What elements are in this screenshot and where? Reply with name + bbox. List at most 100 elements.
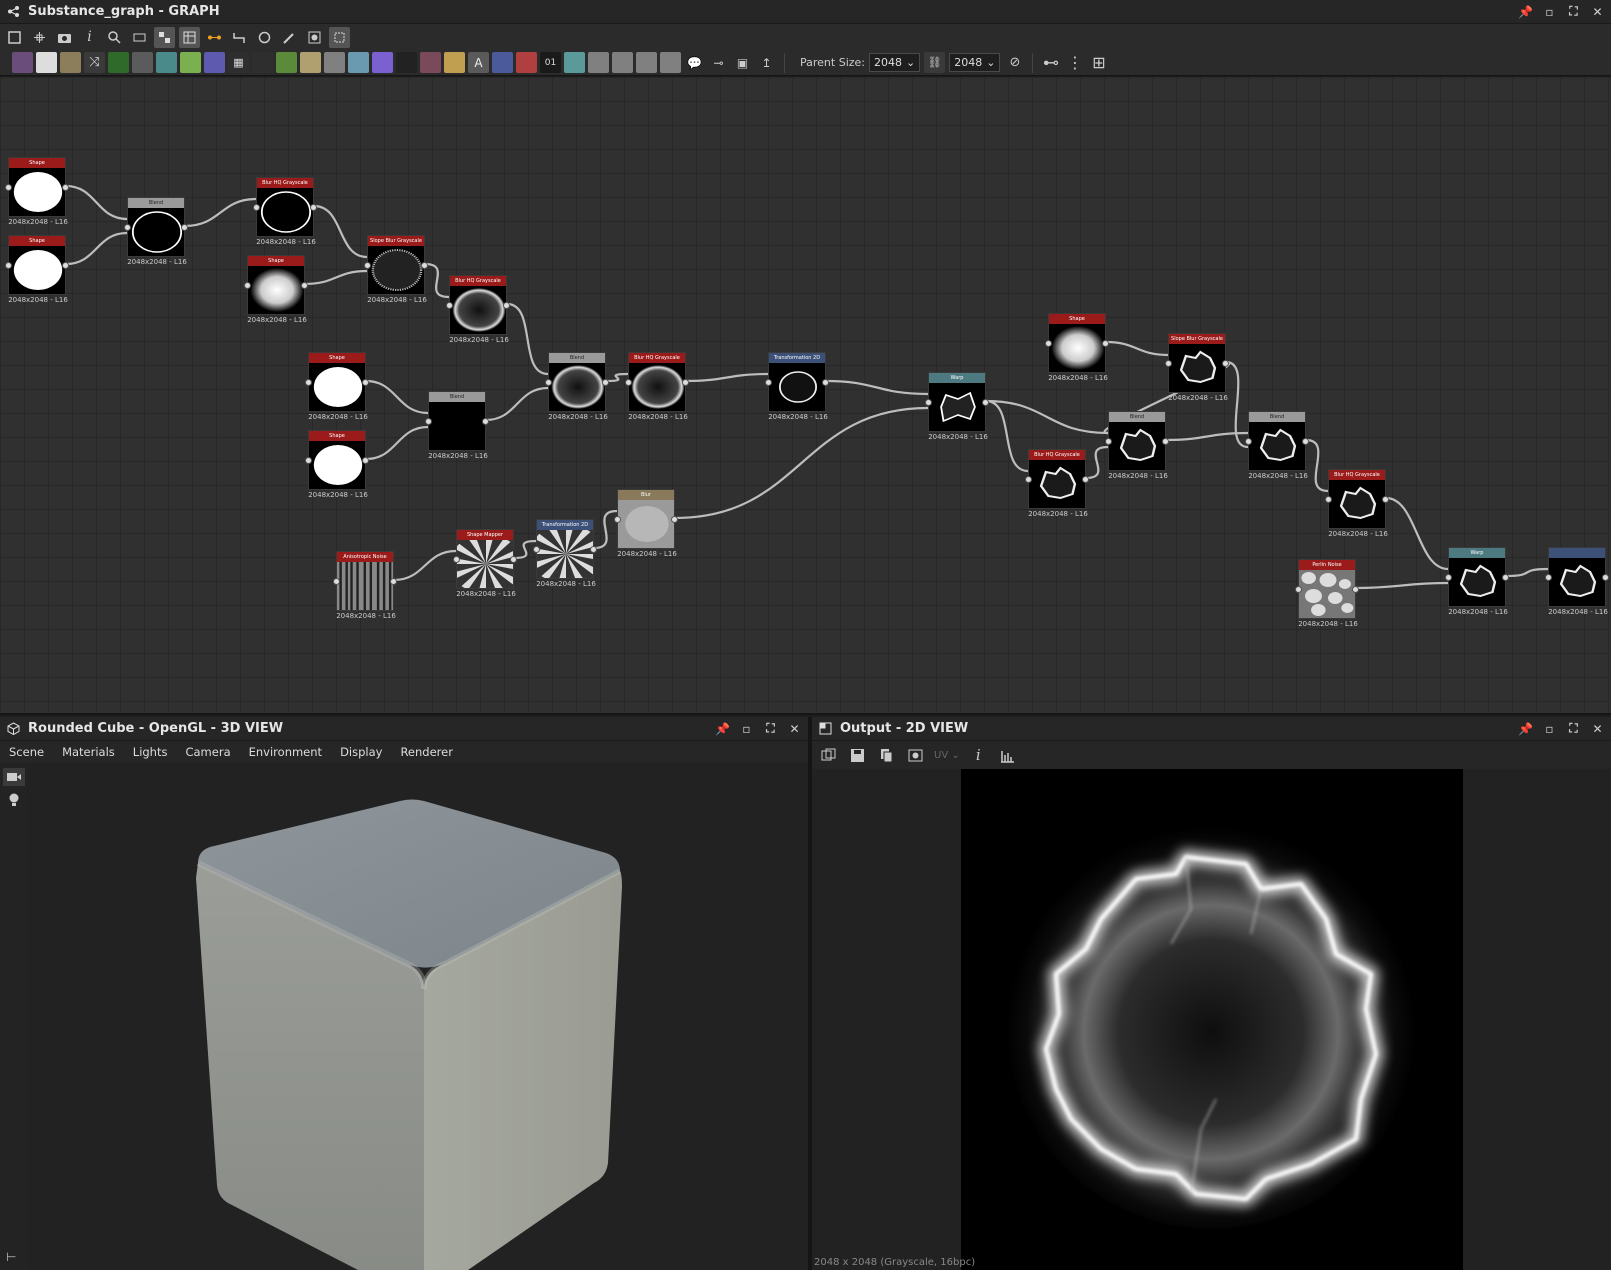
float-icon[interactable]: ▫: [1542, 721, 1557, 736]
graph-node[interactable]: Shape 2048x2048 - L16: [305, 430, 369, 499]
graph-node[interactable]: Blur HQ Grayscale 2048x2048 - L16: [1025, 449, 1089, 518]
graph-node[interactable]: Blend 2048x2048 - L16: [124, 197, 188, 266]
menu-renderer[interactable]: Renderer: [391, 745, 462, 759]
graph-node[interactable]: Shape 2048x2048 - L16: [1045, 313, 1109, 382]
copy-icon[interactable]: [876, 745, 897, 766]
noise-icon[interactable]: [396, 52, 417, 73]
circle-icon[interactable]: [204, 52, 225, 73]
graph-node[interactable]: Warp 2048x2048 - L16: [925, 372, 989, 441]
view3d-viewport[interactable]: [28, 763, 808, 1270]
node-output-port[interactable]: [362, 379, 369, 386]
save-icon[interactable]: [847, 745, 868, 766]
node-output-port[interactable]: [590, 546, 597, 553]
node-input-port[interactable]: [625, 379, 632, 386]
graph-node[interactable]: Blur 2048x2048 - L16: [614, 489, 678, 558]
maximize-icon[interactable]: ⛶: [763, 721, 778, 736]
connect-icon[interactable]: [204, 27, 225, 48]
layout-icon[interactable]: [154, 26, 175, 48]
graph-node[interactable]: Blend 2048x2048 - L16: [1245, 411, 1309, 480]
reset-icon[interactable]: ⊘: [1004, 52, 1025, 73]
normal-icon[interactable]: [156, 52, 177, 73]
graph-node[interactable]: Blur HQ Grayscale 2048x2048 - L16: [625, 352, 689, 421]
graph-node[interactable]: Shape 2048x2048 - L16: [5, 157, 69, 226]
node-input-port[interactable]: [453, 556, 460, 563]
node-input-port[interactable]: [364, 262, 371, 269]
warp-icon[interactable]: [420, 52, 441, 73]
graph-node[interactable]: Blend 2048x2048 - L16: [545, 352, 609, 421]
close-icon[interactable]: ✕: [1590, 4, 1605, 19]
export-icon[interactable]: [905, 745, 926, 766]
graph-node[interactable]: Blur HQ Grayscale 2048x2048 - L16: [1325, 469, 1389, 538]
frame-icon[interactable]: [329, 26, 350, 48]
text-icon[interactable]: A: [468, 52, 489, 73]
parent-size-select[interactable]: 2048 ⌄: [869, 53, 921, 72]
fxmap-icon[interactable]: [588, 52, 609, 73]
node-output-port[interactable]: [390, 578, 397, 585]
node-output-port[interactable]: [482, 418, 489, 425]
node-output-port[interactable]: [1502, 574, 1509, 581]
node-input-port[interactable]: [533, 546, 540, 553]
node-output-port[interactable]: [310, 204, 317, 211]
graph-node[interactable]: Shape Mapper 2048x2048 - L16: [453, 529, 517, 598]
node-input-port[interactable]: [5, 184, 12, 191]
node-input-port[interactable]: [1025, 476, 1032, 483]
graph-node[interactable]: 2048x2048 - L16: [1545, 547, 1609, 616]
graph-node[interactable]: Perlin Noise 2048x2048 - L16: [1295, 559, 1359, 628]
view2d-viewport[interactable]: 2048 x 2048 (Grayscale, 16bpc): [812, 769, 1611, 1270]
node-output-port[interactable]: [181, 224, 188, 231]
link-icon[interactable]: ⛓: [924, 52, 946, 73]
node-output-port[interactable]: [1382, 496, 1389, 503]
input-icon[interactable]: [612, 52, 633, 73]
node-output-port[interactable]: [510, 556, 517, 563]
camera-icon[interactable]: [54, 27, 75, 48]
paint-icon[interactable]: [516, 52, 537, 73]
node-input-port[interactable]: [925, 399, 932, 406]
graph-node[interactable]: Transformation 2D 2048x2048 - L16: [533, 519, 597, 588]
menu-scene[interactable]: Scene: [0, 745, 53, 759]
node-input-port[interactable]: [1295, 586, 1302, 593]
frame-add-icon[interactable]: ▣: [732, 52, 753, 73]
node-output-port[interactable]: [1352, 586, 1359, 593]
snap-icon[interactable]: ⊞: [1088, 52, 1109, 73]
node-output-port[interactable]: [1602, 574, 1609, 581]
node-output-port[interactable]: [1222, 360, 1229, 367]
triangle-icon[interactable]: [444, 52, 465, 73]
node-input-port[interactable]: [425, 418, 432, 425]
frame-selected-icon[interactable]: [29, 27, 50, 48]
tiling-icon[interactable]: [818, 745, 839, 766]
node-input-port[interactable]: [1325, 496, 1332, 503]
histogram-icon[interactable]: [348, 52, 369, 73]
graph-node[interactable]: Shape 2048x2048 - L16: [305, 352, 369, 421]
plant-icon[interactable]: [276, 52, 297, 73]
node-input-port[interactable]: [1445, 574, 1452, 581]
node-input-port[interactable]: [1245, 438, 1252, 445]
node-input-port[interactable]: [244, 282, 251, 289]
graph-node[interactable]: Blur HQ Grayscale 2048x2048 - L16: [253, 177, 317, 246]
node-output-port[interactable]: [602, 379, 609, 386]
graph-node[interactable]: Shape 2048x2048 - L16: [244, 255, 308, 324]
menu-camera[interactable]: Camera: [176, 745, 239, 759]
node-output-port[interactable]: [1302, 438, 1309, 445]
node-input-port[interactable]: [5, 262, 12, 269]
blend-icon[interactable]: [300, 52, 321, 73]
comment-icon[interactable]: 💬: [684, 52, 705, 73]
output-icon[interactable]: [636, 52, 657, 73]
pin-icon[interactable]: 📌: [1518, 721, 1533, 736]
menu-materials[interactable]: Materials: [53, 745, 124, 759]
graph-node[interactable]: Blend 2048x2048 - L16: [425, 391, 489, 460]
menu-lights[interactable]: Lights: [124, 745, 177, 759]
node-output-port[interactable]: [503, 302, 510, 309]
align-vertical-icon[interactable]: ⋮: [1064, 52, 1085, 73]
histogram-icon[interactable]: [997, 745, 1018, 766]
graph-node[interactable]: Warp 2048x2048 - L16: [1445, 547, 1509, 616]
pin-icon[interactable]: 📌: [1518, 4, 1533, 19]
bitmap-icon[interactable]: [12, 52, 33, 73]
info-icon[interactable]: i: [968, 745, 989, 766]
node-output-port[interactable]: [421, 262, 428, 269]
node-output-port[interactable]: [682, 379, 689, 386]
value-icon[interactable]: 01: [540, 52, 561, 73]
close-icon[interactable]: ✕: [787, 721, 802, 736]
graph-node[interactable]: Blur HQ Grayscale 2048x2048 - L16: [446, 275, 510, 344]
gradient-icon[interactable]: [132, 52, 153, 73]
node-output-port[interactable]: [1102, 340, 1109, 347]
